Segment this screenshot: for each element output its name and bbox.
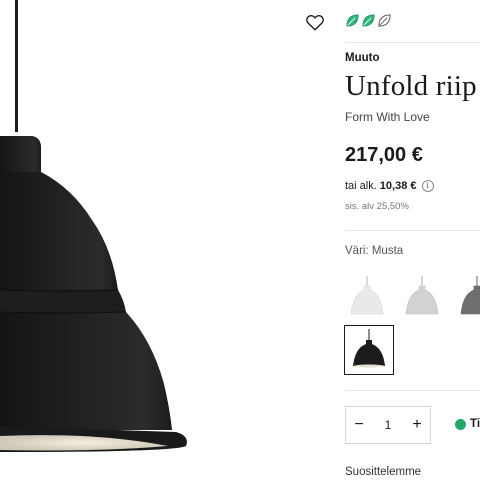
installment-prefix: tai alk. xyxy=(345,180,377,192)
leaf-icon xyxy=(346,14,359,27)
divider xyxy=(345,230,480,231)
lamp-thumbnail xyxy=(350,276,384,315)
wishlist-button[interactable] xyxy=(304,11,326,33)
divider xyxy=(345,390,480,391)
lamp-thumbnail xyxy=(353,329,385,368)
product-title: Unfold riip xyxy=(345,70,477,102)
color-swatch-dark-grey[interactable] xyxy=(455,276,480,320)
color-swatch-light-grey[interactable] xyxy=(400,276,444,320)
info-icon[interactable]: i xyxy=(421,180,434,192)
brand-name[interactable]: Muuto xyxy=(345,52,379,64)
color-variant-label: Väri: Musta xyxy=(345,245,404,257)
installment-info: tai alk. 10,38 € i xyxy=(345,180,434,192)
quantity-increase-button[interactable]: + xyxy=(404,407,430,443)
quantity-decrease-button[interactable]: − xyxy=(346,407,372,443)
quantity-stepper: − + xyxy=(345,406,431,444)
divider xyxy=(345,42,480,43)
stock-indicator-dot xyxy=(455,418,466,430)
product-page: Muuto Unfold riip Form With Love 217,00 … xyxy=(0,0,480,480)
color-swatch-white[interactable] xyxy=(345,276,389,320)
designer-name[interactable]: Form With Love xyxy=(345,110,430,124)
lamp-thumbnail xyxy=(460,276,480,315)
product-price: 217,00 € xyxy=(345,144,423,166)
quantity-input[interactable] xyxy=(376,418,400,432)
leaf-icon xyxy=(378,14,391,27)
recommendations-heading: Suosittelemme xyxy=(345,466,422,478)
leaf-icon xyxy=(362,14,375,27)
color-swatch-black[interactable] xyxy=(344,325,394,375)
stock-status: Ti xyxy=(455,418,480,430)
heart-icon xyxy=(306,14,324,31)
lamp-thumbnail xyxy=(405,276,439,315)
installment-amount: 10,38 € xyxy=(379,180,417,192)
product-image[interactable] xyxy=(0,0,300,480)
product-details-panel: Muuto Unfold riip Form With Love 217,00 … xyxy=(304,0,480,480)
pendant-lamp-image xyxy=(0,0,187,452)
stock-status-text: Ti xyxy=(470,418,480,430)
vat-note: sis. alv 25,50% xyxy=(345,201,409,212)
eco-rating[interactable] xyxy=(345,13,392,28)
